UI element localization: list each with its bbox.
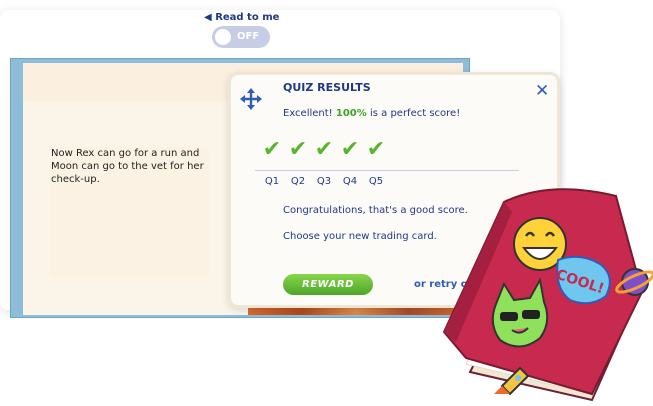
question-label-1: Q1 [264,176,280,187]
reward-button[interactable]: REWARD [283,274,373,295]
check-icon: ✔ [314,137,334,162]
read-to-me-label: ◀ Read to me [204,12,279,23]
story-text: Now Rex can go for a run and Moon can go… [51,147,209,277]
check-icon: ✔ [366,137,386,162]
divider [255,170,519,171]
read-to-me-toggle[interactable]: OFF [212,26,270,48]
question-label-4: Q4 [342,176,358,187]
check-icon: ✔ [262,137,282,162]
score-message: Excellent! 100% is a perfect score! [283,108,460,119]
move-icon[interactable] [239,87,263,111]
quiz-title: QUIZ RESULTS [283,81,371,94]
speaker-icon: ◀ [204,12,212,23]
toggle-state-label: OFF [237,31,260,42]
choose-card-message: Choose your new trading card. [283,231,437,242]
score-suffix: is a perfect score! [369,108,461,119]
question-label-5: Q5 [368,176,384,187]
toggle-knob [215,29,231,45]
sticker-book-illustration: COOL! [442,188,653,402]
score-percent: 100% [335,108,367,119]
score-prefix: Excellent! [283,108,333,119]
question-labels: Q1 Q2 Q3 Q4 Q5 [259,176,389,187]
answer-checks: ✔ ✔ ✔ ✔ ✔ [259,137,389,162]
check-icon: ✔ [340,137,360,162]
close-icon[interactable]: ✕ [535,81,549,101]
question-label-2: Q2 [290,176,306,187]
check-icon: ✔ [288,137,308,162]
read-to-me-text: Read to me [215,12,280,23]
question-label-3: Q3 [316,176,332,187]
